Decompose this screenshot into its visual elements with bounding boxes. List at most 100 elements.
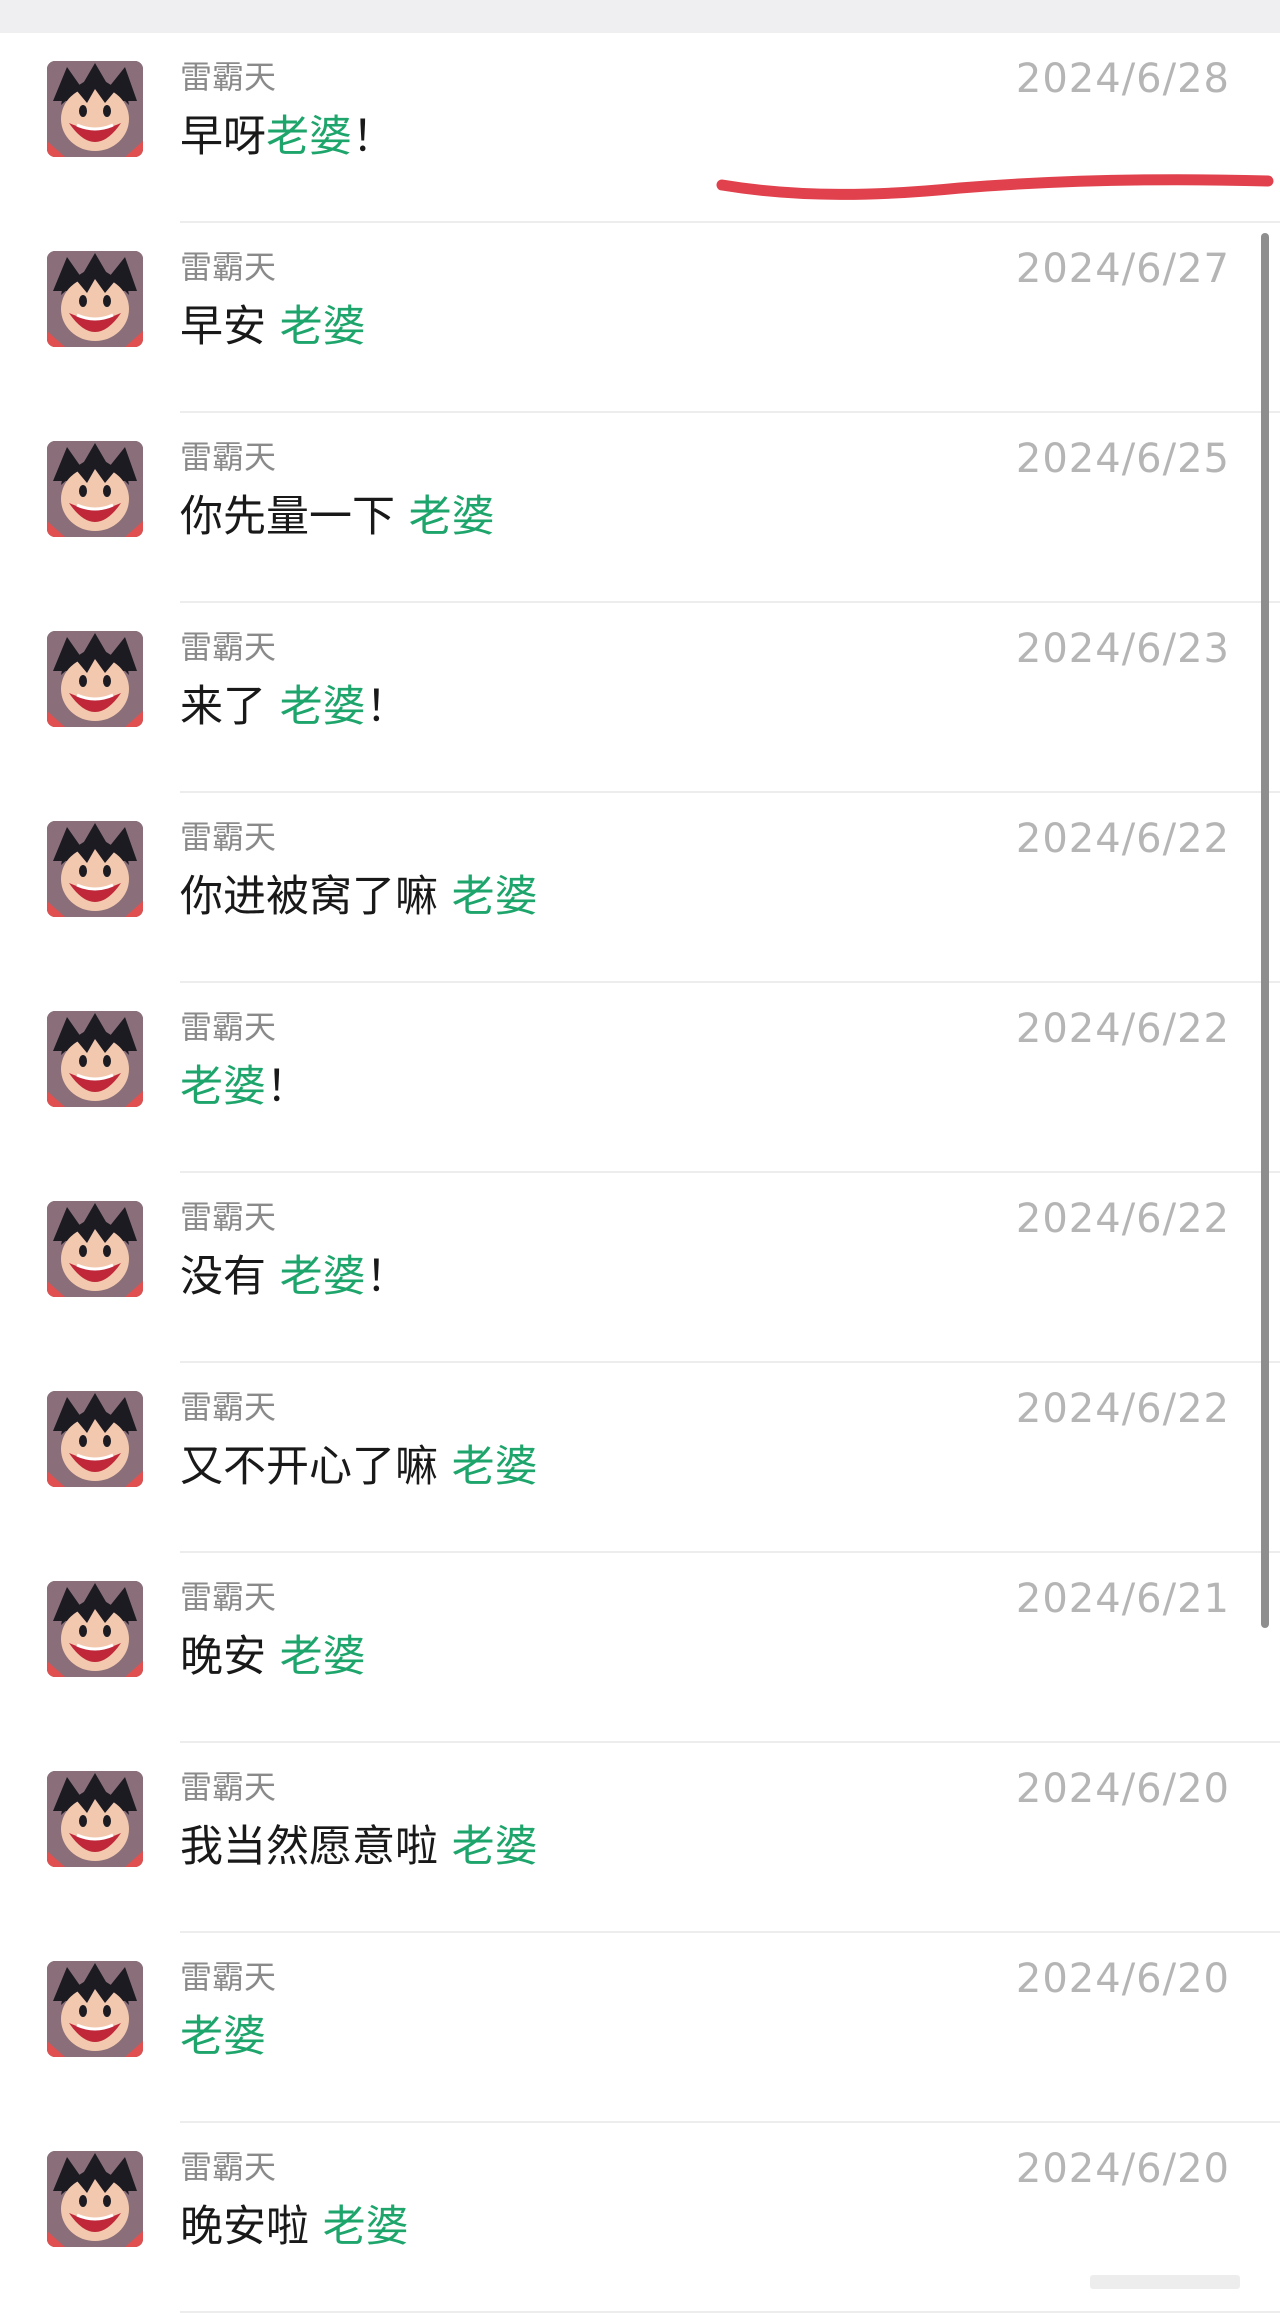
message-segment: 早呀 — [180, 112, 266, 162]
highlighted-keyword: 老婆 — [408, 492, 495, 542]
search-result-item[interactable]: 雷霸天 2024/6/22 你进被窝了嘛 老婆 — [0, 793, 1280, 983]
message-text: 晚安 老婆 — [180, 1631, 366, 1683]
search-result-item[interactable]: 雷霸天 2024/6/20 我当然愿意啦 老婆 — [0, 1743, 1280, 1933]
search-result-item[interactable]: 雷霸天 2024/6/20 老婆 — [0, 1933, 1280, 2123]
search-result-item[interactable]: 雷霸天 2024/6/27 早安 老婆 — [0, 223, 1280, 413]
cartoon-avatar-icon — [47, 1771, 143, 1867]
avatar[interactable] — [47, 441, 143, 537]
avatar[interactable] — [47, 2151, 143, 2247]
search-result-item[interactable]: 雷霸天 2024/6/21 晚安 老婆 — [0, 1553, 1280, 1743]
highlighted-keyword: 老婆 — [451, 1822, 538, 1872]
message-segment: 没有 — [180, 1252, 280, 1302]
highlighted-keyword: 老婆 — [451, 872, 538, 922]
search-result-item[interactable]: 雷霸天 2024/6/25 你先量一下 老婆 — [0, 413, 1280, 603]
avatar[interactable] — [47, 1961, 143, 2057]
avatar[interactable] — [47, 1391, 143, 1487]
scrollbar[interactable] — [1261, 233, 1269, 1628]
avatar[interactable] — [47, 1011, 143, 1107]
highlighted-keyword: 老婆 — [279, 682, 366, 732]
sender-name: 雷霸天 — [180, 1198, 277, 1236]
message-text: 老婆！ — [180, 1061, 309, 1113]
highlighted-keyword: 老婆 — [279, 302, 366, 352]
search-result-item[interactable]: 雷霸天 2024/6/28 早呀老婆！ — [0, 33, 1280, 223]
message-segment: 晚安 — [180, 1632, 280, 1682]
highlighted-keyword: 老婆 — [279, 1632, 366, 1682]
message-text: 没有 老婆！ — [180, 1251, 409, 1303]
cartoon-avatar-icon — [47, 1961, 143, 2057]
cartoon-avatar-icon — [47, 1391, 143, 1487]
message-segment: ！ — [266, 1062, 309, 1112]
message-text: 老婆 — [180, 2011, 266, 2063]
highlighted-keyword: 老婆 — [322, 2202, 409, 2252]
cartoon-avatar-icon — [47, 441, 143, 537]
avatar[interactable] — [47, 251, 143, 347]
message-text: 又不开心了嘛 老婆 — [180, 1441, 538, 1493]
search-result-item[interactable]: 雷霸天 2024/6/20 晚安啦 老婆 — [0, 2123, 1280, 2313]
message-segment: 来了 — [180, 682, 280, 732]
message-date: 2024/6/22 — [1015, 1386, 1230, 1432]
message-date: 2024/6/27 — [1015, 246, 1230, 292]
sender-name: 雷霸天 — [180, 1388, 277, 1426]
search-results-list: 雷霸天 2024/6/28 早呀老婆！ 雷霸天 2024/6/27 早安 老婆 — [0, 33, 1280, 2313]
highlighted-keyword: 老婆 — [451, 1442, 538, 1492]
message-segment: ！ — [352, 112, 395, 162]
message-date: 2024/6/20 — [1015, 1956, 1230, 2002]
message-date: 2024/6/28 — [1015, 56, 1230, 102]
message-segment: 你先量一下 — [180, 492, 409, 542]
search-result-item[interactable]: 雷霸天 2024/6/22 老婆！ — [0, 983, 1280, 1173]
cartoon-avatar-icon — [47, 1201, 143, 1297]
message-segment: 你进被窝了嘛 — [180, 872, 452, 922]
highlighted-keyword: 老婆 — [180, 1062, 266, 1112]
sender-name: 雷霸天 — [180, 1768, 277, 1806]
sender-name: 雷霸天 — [180, 628, 277, 666]
avatar[interactable] — [47, 821, 143, 917]
sender-name: 雷霸天 — [180, 58, 277, 96]
message-segment: 早安 — [180, 302, 280, 352]
search-result-item[interactable]: 雷霸天 2024/6/22 没有 老婆！ — [0, 1173, 1280, 1363]
sender-name: 雷霸天 — [180, 1578, 277, 1616]
message-date: 2024/6/21 — [1015, 1576, 1230, 1622]
message-date: 2024/6/22 — [1015, 1196, 1230, 1242]
cartoon-avatar-icon — [47, 1581, 143, 1677]
message-text: 早安 老婆 — [180, 301, 366, 353]
avatar[interactable] — [47, 1201, 143, 1297]
cartoon-avatar-icon — [47, 631, 143, 727]
avatar[interactable] — [47, 1771, 143, 1867]
message-date: 2024/6/25 — [1015, 436, 1230, 482]
message-date: 2024/6/20 — [1015, 1766, 1230, 1812]
search-result-item[interactable]: 雷霸天 2024/6/23 来了 老婆！ — [0, 603, 1280, 793]
message-segment: ！ — [365, 1252, 409, 1302]
message-date: 2024/6/20 — [1015, 2146, 1230, 2192]
sender-name: 雷霸天 — [180, 818, 277, 856]
message-date: 2024/6/22 — [1015, 816, 1230, 862]
message-segment: 晚安啦 — [180, 2202, 323, 2252]
cartoon-avatar-icon — [47, 251, 143, 347]
message-text: 早呀老婆！ — [180, 111, 395, 163]
top-bar — [0, 0, 1280, 33]
message-date: 2024/6/22 — [1015, 1006, 1230, 1052]
highlighted-keyword: 老婆 — [266, 112, 352, 162]
avatar[interactable] — [47, 1581, 143, 1677]
search-result-item[interactable]: 雷霸天 2024/6/22 又不开心了嘛 老婆 — [0, 1363, 1280, 1553]
highlighted-keyword: 老婆 — [180, 2012, 266, 2062]
message-segment: 又不开心了嘛 — [180, 1442, 452, 1492]
sender-name: 雷霸天 — [180, 248, 277, 286]
message-segment: 我当然愿意啦 — [180, 1822, 452, 1872]
highlighted-keyword: 老婆 — [279, 1252, 366, 1302]
sender-name: 雷霸天 — [180, 438, 277, 476]
avatar[interactable] — [47, 631, 143, 727]
message-text: 我当然愿意啦 老婆 — [180, 1821, 538, 1873]
cartoon-avatar-icon — [47, 2151, 143, 2247]
cartoon-avatar-icon — [47, 1011, 143, 1107]
message-text: 晚安啦 老婆 — [180, 2201, 409, 2253]
message-text: 你进被窝了嘛 老婆 — [180, 871, 538, 923]
sender-name: 雷霸天 — [180, 2148, 277, 2186]
message-segment: ！ — [365, 682, 409, 732]
message-text: 你先量一下 老婆 — [180, 491, 495, 543]
sender-name: 雷霸天 — [180, 1008, 277, 1046]
message-text: 来了 老婆！ — [180, 681, 409, 733]
avatar[interactable] — [47, 61, 143, 157]
sender-name: 雷霸天 — [180, 1958, 277, 1996]
watermark — [1090, 2271, 1240, 2293]
cartoon-avatar-icon — [47, 61, 143, 157]
